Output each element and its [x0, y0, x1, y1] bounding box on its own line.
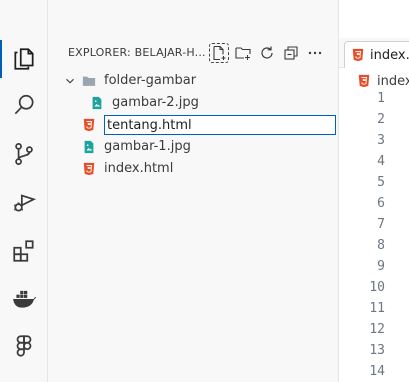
line-number: 7 [377, 217, 385, 232]
line-number: 14 [369, 364, 385, 379]
chevron-down-icon [62, 73, 78, 89]
source-control-icon [14, 143, 33, 165]
run-debug-icon [13, 194, 36, 212]
refresh-explorer-button[interactable] [257, 43, 277, 63]
run-debug-activity-button[interactable] [0, 181, 47, 223]
refresh-icon [261, 46, 273, 59]
line-number: 11 [369, 301, 385, 316]
html-file-icon [352, 48, 364, 62]
rename-input[interactable] [104, 115, 336, 135]
figma-icon [16, 335, 31, 357]
source-control-activity-button[interactable] [0, 133, 47, 175]
breadcrumb-label: index [377, 73, 409, 89]
tree-item-label: folder-gambar [104, 73, 197, 88]
search-activity-button[interactable] [0, 84, 47, 126]
extensions-activity-button[interactable] [0, 230, 47, 272]
line-number: 2 [377, 112, 385, 127]
line-number: 1 [377, 91, 385, 106]
editor-tab-bar: index.h [339, 38, 409, 68]
tree-item-gambar-1[interactable]: gambar-1.jpg [48, 136, 338, 158]
collapse-all-icon [284, 46, 298, 60]
explorer-header: EXPLORER: BELAJAR-H... [48, 38, 338, 68]
explorer-activity-button[interactable] [0, 38, 47, 80]
activity-bar [0, 0, 48, 382]
explorer-title: EXPLORER: BELAJAR-H... [68, 46, 206, 59]
tree-item-index[interactable]: index.html [48, 158, 338, 180]
folder-icon [81, 73, 97, 89]
tab-label: index.h [370, 47, 409, 63]
more-actions-button[interactable] [305, 43, 325, 63]
line-number: 13 [369, 343, 385, 358]
tree-item-tentang[interactable] [48, 114, 338, 136]
files-icon [13, 48, 34, 70]
explorer-panel: EXPLORER: BELAJAR-H... folder-gambar gam… [48, 0, 338, 382]
line-number: 10 [369, 280, 385, 295]
editor-area: index.h index 1 2 3 4 5 6 7 8 9 10 11 12… [338, 0, 409, 382]
line-number: 8 [377, 238, 385, 253]
figma-activity-button[interactable] [0, 325, 47, 367]
editor-tab-index-html[interactable]: index.h [344, 41, 409, 68]
line-number: 3 [377, 133, 385, 148]
image-file-icon [89, 95, 105, 111]
new-folder-icon [235, 47, 251, 60]
tree-item-label: index.html [104, 161, 174, 176]
image-file-icon [81, 139, 97, 155]
line-number: 5 [377, 175, 385, 190]
html-file-icon [81, 161, 97, 177]
tree-item-label: gambar-2.jpg [112, 95, 199, 110]
line-number: 12 [369, 322, 385, 337]
collapse-folders-button[interactable] [281, 43, 301, 63]
tree-item-folder-gambar[interactable]: folder-gambar [48, 70, 338, 92]
ellipsis-icon [308, 51, 322, 55]
tree-item-gambar-2[interactable]: gambar-2.jpg [48, 92, 338, 114]
explorer-actions [209, 43, 325, 63]
line-number: 9 [377, 259, 385, 274]
search-icon [14, 94, 34, 115]
breadcrumb[interactable]: index [339, 70, 409, 92]
new-folder-button[interactable] [233, 43, 253, 63]
new-file-button[interactable] [209, 43, 229, 63]
html-file-icon [81, 117, 97, 133]
extensions-icon [12, 240, 34, 262]
line-number: 4 [377, 154, 385, 169]
line-number: 6 [377, 196, 385, 211]
tree-item-label: gambar-1.jpg [104, 139, 191, 154]
new-file-icon [213, 45, 226, 61]
html-file-icon [358, 74, 370, 88]
docker-icon [12, 290, 36, 308]
docker-activity-button[interactable] [0, 278, 47, 320]
